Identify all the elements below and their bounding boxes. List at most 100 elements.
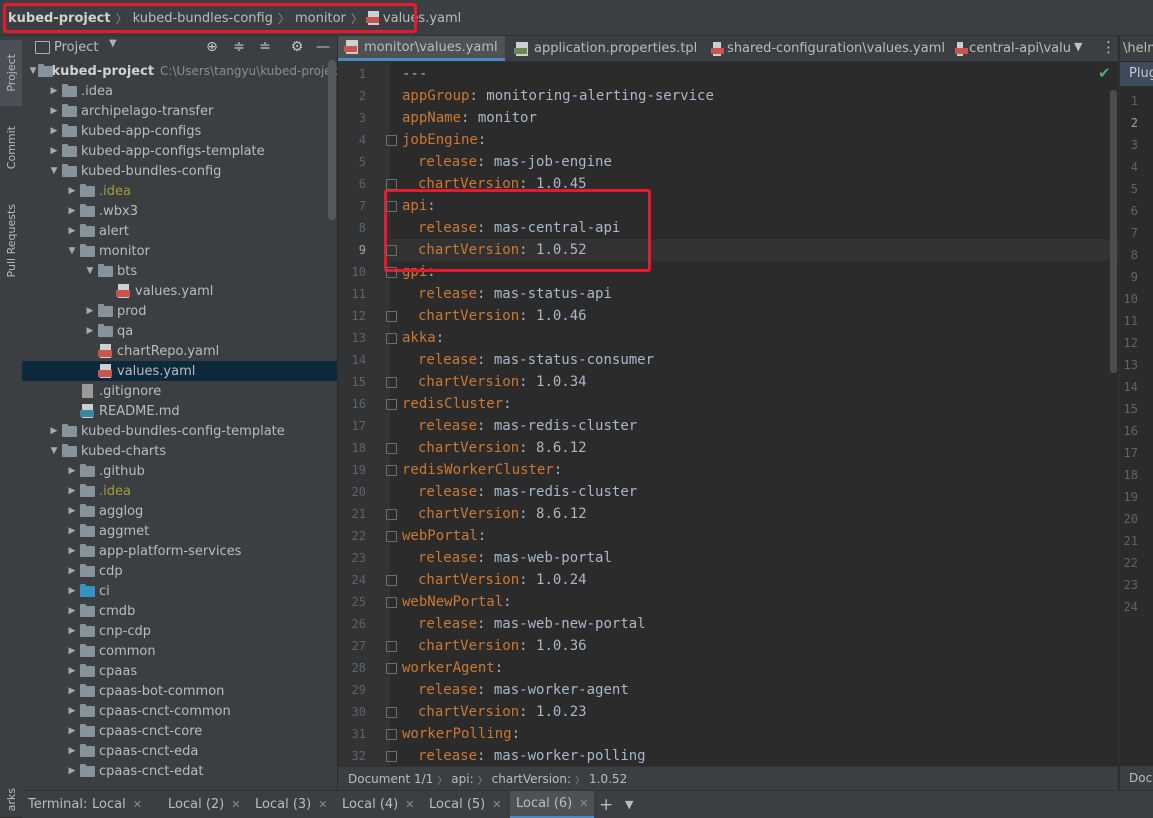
chevron-down-icon[interactable]: ▼ bbox=[46, 166, 62, 176]
chevron-down-icon[interactable]: ▼ bbox=[28, 66, 38, 76]
chevron-right-icon[interactable]: ▶ bbox=[64, 766, 80, 776]
expand-all-icon[interactable]: ≑ bbox=[231, 39, 247, 55]
tree-item[interactable]: ▼ kubed-charts bbox=[22, 441, 337, 461]
terminal-tab[interactable]: Local ✕ bbox=[86, 791, 148, 818]
chevron-right-icon[interactable]: ▶ bbox=[46, 126, 62, 136]
close-icon[interactable]: ✕ bbox=[318, 798, 327, 811]
add-icon[interactable]: + bbox=[599, 791, 613, 818]
collapse-all-icon[interactable]: ≐ bbox=[257, 39, 273, 55]
close-icon[interactable]: ✕ bbox=[231, 798, 240, 811]
tree-item[interactable]: ▼ kubed-bundles-config bbox=[22, 161, 337, 181]
chevron-right-icon[interactable]: ▶ bbox=[82, 306, 98, 316]
tab-helm[interactable]: \helm bbox=[1120, 36, 1153, 61]
fold-close-icon[interactable] bbox=[386, 179, 397, 190]
tree-item[interactable]: ▶ cpaas-cnct-edat bbox=[22, 761, 337, 781]
tree-item[interactable]: ▶ .idea bbox=[22, 81, 337, 101]
breadcrumb-monitor[interactable]: monitor bbox=[293, 6, 348, 30]
editor-scrollbar[interactable] bbox=[1110, 90, 1117, 373]
tree-item[interactable]: ▶ cmdb bbox=[22, 601, 337, 621]
chevron-right-icon[interactable]: ▶ bbox=[64, 226, 80, 236]
tree-item[interactable]: ▶ qa bbox=[22, 321, 337, 341]
chevron-down-icon[interactable]: ▼ bbox=[64, 246, 80, 256]
fold-close-icon[interactable] bbox=[386, 707, 397, 718]
tree-item[interactable]: ▶ .idea bbox=[22, 181, 337, 201]
chevron-right-icon[interactable]: ▶ bbox=[46, 426, 62, 436]
tab-monitor-values-yaml[interactable]: monitor\values.yaml bbox=[338, 36, 505, 61]
fold-open-icon[interactable] bbox=[386, 465, 397, 476]
tree-item[interactable]: README.md bbox=[22, 401, 337, 421]
chevron-right-icon[interactable]: ▶ bbox=[64, 586, 80, 596]
breadcrumb-values-yaml[interactable]: values.yaml bbox=[365, 6, 463, 30]
fold-open-icon[interactable] bbox=[386, 333, 397, 344]
chevron-right-icon[interactable]: ▶ bbox=[64, 566, 80, 576]
chevron-down-icon[interactable]: ▼ bbox=[1074, 40, 1082, 53]
tree-item[interactable]: ▶ cpaas-cnct-common bbox=[22, 701, 337, 721]
locate-icon[interactable]: ⊕ bbox=[204, 39, 220, 55]
chevron-right-icon[interactable]: ▶ bbox=[64, 506, 80, 516]
more-options-icon[interactable]: ⋮ bbox=[1101, 38, 1116, 56]
fold-open-icon[interactable] bbox=[386, 135, 397, 146]
fold-close-icon[interactable] bbox=[386, 443, 397, 454]
tree-item[interactable]: ▼ kubed-project C:\Users\tangyu\kubed-proj… bbox=[22, 61, 337, 81]
tree-item[interactable]: ▶ .idea bbox=[22, 481, 337, 501]
chevron-right-icon[interactable]: ▶ bbox=[64, 726, 80, 736]
fold-open-icon[interactable] bbox=[386, 597, 397, 608]
terminal-tab[interactable]: Local (4) ✕ bbox=[336, 791, 420, 818]
tree-item[interactable]: ▶ cpaas-cnct-core bbox=[22, 721, 337, 741]
fold-open-icon[interactable] bbox=[386, 663, 397, 674]
chevron-right-icon[interactable]: ▶ bbox=[46, 106, 62, 116]
tool-tab-commit[interactable]: Commit bbox=[0, 114, 22, 182]
tree-item[interactable]: ▶ agglog bbox=[22, 501, 337, 521]
tab-central-api-values[interactable]: central-api\valu bbox=[949, 36, 1071, 61]
close-icon[interactable]: ✕ bbox=[492, 798, 501, 811]
breadcrumb-document[interactable]: Document 1/1 bbox=[344, 772, 437, 786]
close-icon[interactable]: ✕ bbox=[133, 798, 142, 811]
fold-open-icon[interactable] bbox=[386, 531, 397, 542]
tree-item[interactable]: ▶ kubed-app-configs-template bbox=[22, 141, 337, 161]
chevron-down-icon[interactable]: ▼ bbox=[109, 38, 117, 49]
fold-open-icon[interactable] bbox=[386, 201, 397, 212]
project-tree-scrollbar[interactable] bbox=[328, 60, 336, 220]
terminal-tab[interactable]: Local (3) ✕ bbox=[249, 791, 333, 818]
fold-close-icon[interactable] bbox=[386, 575, 397, 586]
chevron-right-icon[interactable]: ▶ bbox=[64, 626, 80, 636]
tree-item[interactable]: ▶ archipelago-transfer bbox=[22, 101, 337, 121]
chevron-down-icon[interactable]: ▼ bbox=[82, 266, 98, 276]
plugin-banner[interactable]: Plug bbox=[1120, 62, 1153, 86]
code-editor[interactable]: --- appGroup: monitoring-alerting-service… bbox=[390, 62, 1118, 766]
fold-close-icon[interactable] bbox=[386, 751, 397, 762]
chevron-right-icon[interactable]: ▶ bbox=[46, 146, 62, 156]
tree-item[interactable]: ▶ cnp-cdp bbox=[22, 621, 337, 641]
check-icon[interactable]: ✔ bbox=[1098, 64, 1111, 82]
tree-item[interactable]: ▶ app-platform-services bbox=[22, 541, 337, 561]
chevron-right-icon[interactable]: ▶ bbox=[64, 606, 80, 616]
breadcrumb-project[interactable]: kubed-project bbox=[6, 6, 113, 30]
chevron-right-icon[interactable]: ▶ bbox=[64, 666, 80, 676]
tree-item[interactable]: ▶ cdp bbox=[22, 561, 337, 581]
tree-item[interactable]: ▶ kubed-bundles-config-template bbox=[22, 421, 337, 441]
fold-close-icon[interactable] bbox=[386, 245, 397, 256]
breadcrumb-value[interactable]: 1.0.52 bbox=[585, 772, 631, 786]
tree-item[interactable]: ▶ kubed-app-configs bbox=[22, 121, 337, 141]
tree-item[interactable]: ▼ bts bbox=[22, 261, 337, 281]
tree-item[interactable]: ▶ alert bbox=[22, 221, 337, 241]
chevron-right-icon[interactable]: ▶ bbox=[46, 86, 62, 96]
fold-open-icon[interactable] bbox=[386, 729, 397, 740]
chevron-right-icon[interactable]: ▶ bbox=[64, 706, 80, 716]
tree-item[interactable]: ▶ .wbx3 bbox=[22, 201, 337, 221]
tool-tab-pull-requests[interactable]: Pull Requests bbox=[0, 191, 22, 291]
tree-item[interactable]: ▶ cpaas-cnct-eda bbox=[22, 741, 337, 761]
tree-item[interactable]: .gitignore bbox=[22, 381, 337, 401]
chevron-down-icon[interactable]: ▼ bbox=[625, 791, 633, 818]
project-panel-title[interactable]: Project bbox=[54, 40, 98, 55]
chevron-right-icon[interactable]: ▶ bbox=[64, 746, 80, 756]
fold-open-icon[interactable] bbox=[386, 267, 397, 278]
breadcrumb-api[interactable]: api: bbox=[447, 772, 477, 786]
tree-item[interactable]: ▶ cpaas bbox=[22, 661, 337, 681]
chevron-right-icon[interactable]: ▶ bbox=[64, 466, 80, 476]
fold-close-icon[interactable] bbox=[386, 377, 397, 388]
tree-item[interactable]: chartRepo.yaml bbox=[22, 341, 337, 361]
tree-item[interactable]: values.yaml bbox=[22, 281, 337, 301]
tree-item[interactable]: ▶ ci bbox=[22, 581, 337, 601]
close-icon[interactable]: ✕ bbox=[579, 797, 588, 810]
